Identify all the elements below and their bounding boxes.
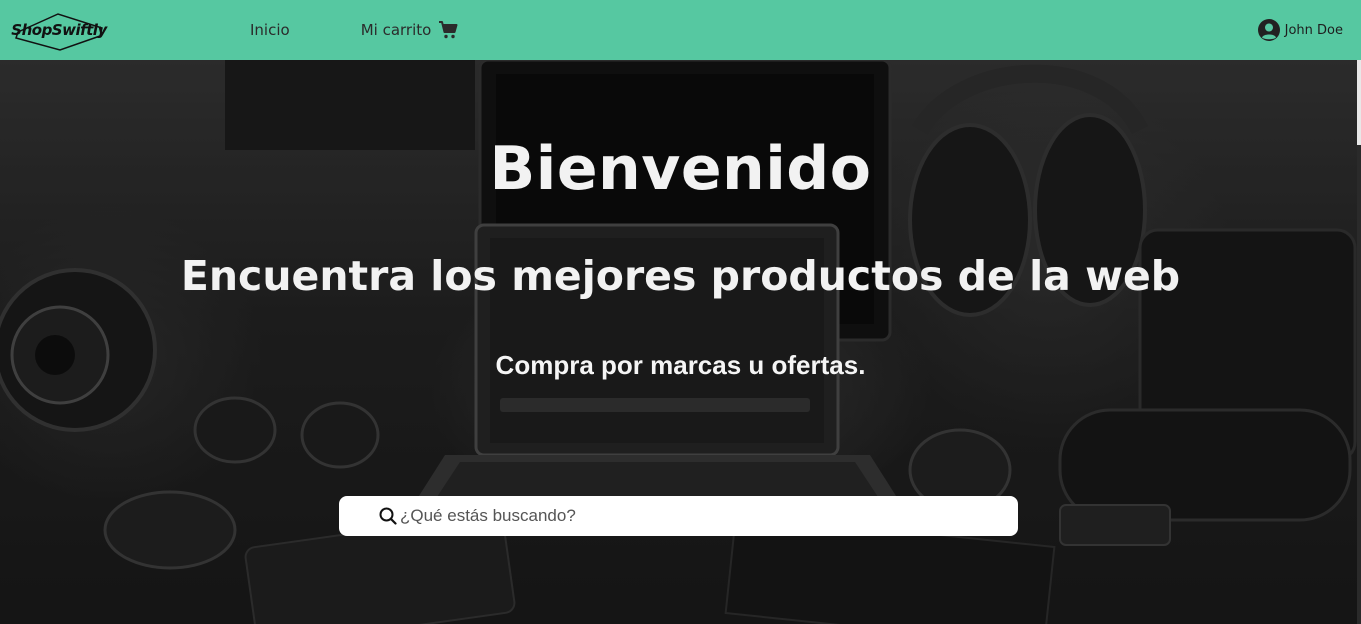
search-input[interactable] [400, 496, 1018, 536]
user-name: John Doe [1284, 22, 1343, 38]
nav-link-cart[interactable]: Mi carrito [361, 21, 459, 39]
hero-section: Bienvenido Encuentra los mejores product… [0, 60, 1361, 624]
nav-links: Inicio Mi carrito [250, 21, 458, 39]
hero-subtitle: Encuentra los mejores productos de la we… [180, 252, 1181, 300]
nav-link-inicio-label: Inicio [250, 21, 290, 39]
search-icon [379, 507, 397, 525]
user-menu[interactable]: John Doe [1257, 18, 1343, 42]
nav-link-cart-label: Mi carrito [360, 21, 432, 39]
logo-text: ShopSwiftly [11, 21, 107, 39]
cart-icon [438, 21, 458, 39]
search-bar[interactable] [339, 496, 1018, 536]
hero-tagline: Compra por marcas u ofertas. [495, 350, 866, 380]
user-circle-icon [1257, 18, 1281, 42]
navbar: ShopSwiftly Inicio Mi carrito John Doe [0, 0, 1361, 60]
logo[interactable]: ShopSwiftly [11, 8, 107, 52]
hero-title: Bienvenido [489, 134, 872, 204]
scrollbar-thumb[interactable] [1357, 60, 1361, 145]
nav-link-inicio[interactable]: Inicio [250, 21, 290, 39]
